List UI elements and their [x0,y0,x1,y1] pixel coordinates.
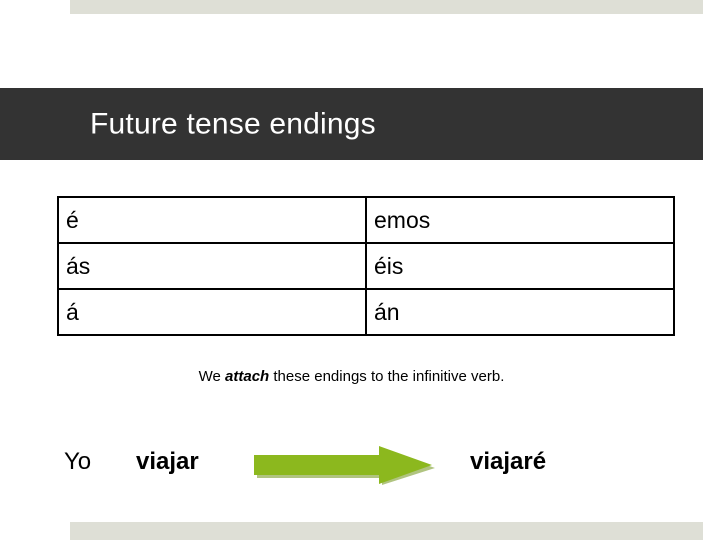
page-title: Future tense endings [90,107,376,141]
slide-canvas: Future tense endings é emos ás éis á án … [0,0,720,540]
title-bar: Future tense endings [0,88,703,160]
ending-cell-plural-1: emos [365,196,675,244]
top-decor-band [70,0,703,14]
ending-cell-singular-3: á [57,288,367,336]
example-infinitive: viajar [136,448,199,475]
example-result: viajaré [470,448,547,475]
ending-cell-plural-3: án [365,288,675,336]
table-row: á án [57,288,675,336]
ending-cell-plural-2: éis [365,242,675,290]
explanation-prefix: We [198,368,226,385]
ending-cell-singular-1: é [57,196,367,244]
explanation-emphasis: attach [225,368,270,385]
table-row: é emos [57,196,675,244]
example-row: Yo viajar viajaré [0,442,703,490]
ending-cell-singular-2: ás [57,242,367,290]
right-arrow-icon [254,444,440,486]
explanation-text: We attach these endings to the infinitiv… [0,368,703,386]
example-subject: Yo [64,448,92,475]
bottom-decor-band [70,522,703,540]
future-endings-table: é emos ás éis á án [57,196,675,336]
table-row: ás éis [57,242,675,290]
explanation-suffix: these endings to the infinitive verb. [269,368,505,385]
